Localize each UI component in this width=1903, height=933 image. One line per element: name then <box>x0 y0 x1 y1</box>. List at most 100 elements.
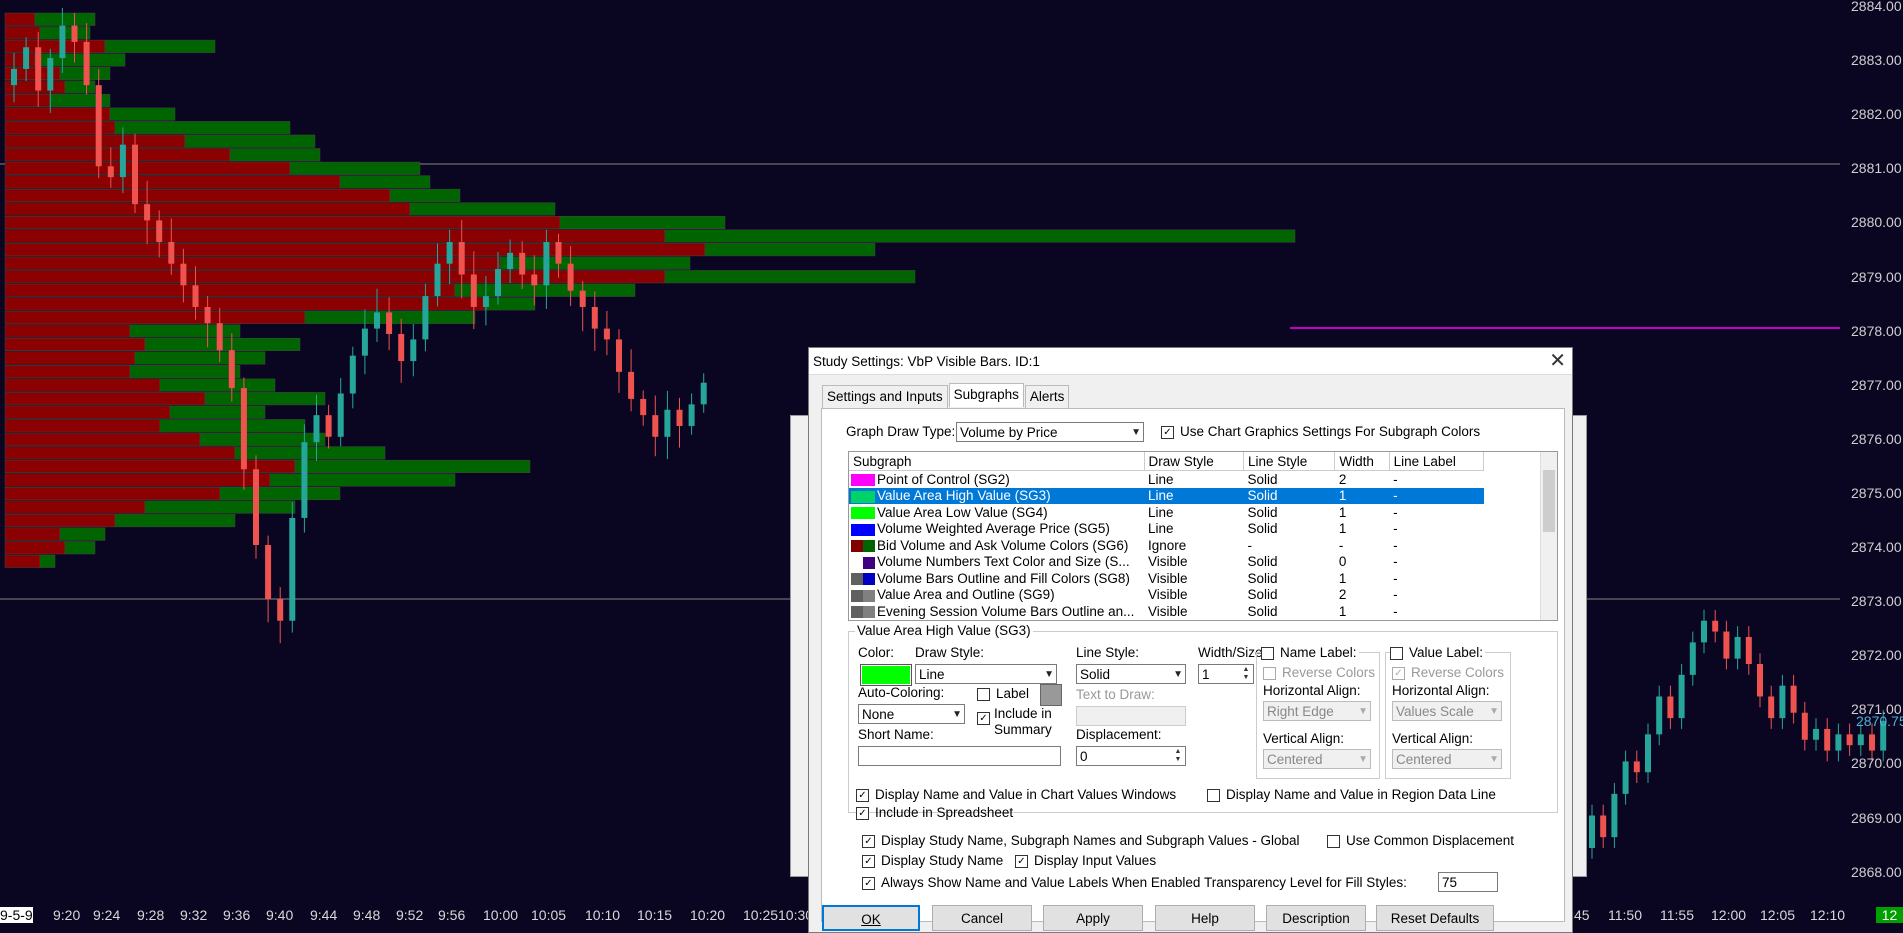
table-row[interactable]: Value Area High Value (SG3) Line Solid 1- <box>849 487 1484 504</box>
transparency-input[interactable]: 75 <box>1438 872 1498 892</box>
subgraph-name-cell: Volume Bars Outline and Fill Colors (SG8… <box>849 570 1144 587</box>
subgraph-name-cell: Point of Control (SG2) <box>849 471 1144 488</box>
ask-volume-bar <box>59 527 106 541</box>
column-header[interactable]: Draw Style <box>1144 452 1245 471</box>
table-cell: - <box>1247 537 1253 553</box>
column-header[interactable]: Line Style <box>1243 452 1336 471</box>
ask-volume-bar <box>389 188 461 202</box>
name-reverse-colors-checkbox[interactable]: Reverse Colors <box>1263 665 1375 680</box>
display-in-chart-values-checkbox[interactable]: ✓ Display Name and Value in Chart Values … <box>856 787 1176 802</box>
candle-body <box>1656 696 1663 735</box>
price-tick-label: 2878.00 <box>1851 322 1902 339</box>
price-tick-label: 2870.00 <box>1851 755 1902 772</box>
table-row[interactable]: Volume Bars Outline and Fill Colors (SG8… <box>849 570 1484 587</box>
display-study-name-checkbox[interactable]: ✓ Display Study Name <box>862 853 1003 868</box>
graph-draw-type-select[interactable]: Volume by Price ▼ <box>956 422 1144 442</box>
use-chart-graphics-checkbox[interactable]: ✓ Use Chart Graphics Settings For Subgrap… <box>1161 424 1480 439</box>
display-global-checkbox[interactable]: ✓ Display Study Name, Subgraph Names and … <box>862 833 1299 848</box>
candle-body <box>35 47 42 91</box>
value-label-checkbox[interactable]: Value Label: <box>1390 645 1486 660</box>
candle-body <box>470 274 477 307</box>
subgraph-name: Volume Numbers Text Color and Size (S... <box>877 554 1130 570</box>
candle-body <box>349 355 356 394</box>
name-horizontal-align-select[interactable]: Right Edge ▼ <box>1263 701 1371 721</box>
candle-body <box>1678 674 1685 719</box>
value-horizontal-align-select[interactable]: Values Scale ▼ <box>1392 701 1502 721</box>
cancel-button[interactable]: Cancel <box>932 905 1032 931</box>
bid-volume-bar <box>4 175 341 189</box>
table-cell: Line <box>1148 504 1174 520</box>
bid-volume-bar <box>4 188 391 202</box>
candle-body <box>337 393 344 437</box>
display-in-region-data-line-checkbox[interactable]: Display Name and Value in Region Data Li… <box>1207 787 1496 802</box>
label-checkbox[interactable]: Label <box>977 686 1029 701</box>
description-button[interactable]: Description <box>1266 905 1366 931</box>
reverse-colors-label: Reverse Colors <box>1282 665 1376 680</box>
label-color-button[interactable] <box>1040 684 1062 706</box>
candle-body <box>83 41 90 86</box>
spinner-icon[interactable]: ▲ ▼ <box>1240 666 1252 682</box>
candle-body <box>277 599 284 621</box>
reset-defaults-button[interactable]: Reset Defaults <box>1376 905 1494 931</box>
table-row[interactable]: Value Area and Outline (SG9) Visible Solid… <box>849 587 1484 604</box>
value-vertical-align-select[interactable]: Centered ▼ <box>1392 749 1502 769</box>
table-cell: Solid <box>1247 471 1278 487</box>
candle-body <box>71 25 78 42</box>
bid-volume-bar <box>4 134 186 148</box>
bid-volume-bar <box>4 527 61 541</box>
table-row[interactable]: Volume Weighted Average Price (SG5) Line S… <box>849 521 1484 538</box>
auto-coloring-select[interactable]: None ▼ <box>858 704 965 724</box>
dialog-title-bar[interactable]: Study Settings: VbP Visible Bars. ID:1 <box>809 348 1572 375</box>
column-header[interactable]: Line Label <box>1389 452 1485 471</box>
table-row[interactable]: Point of Control (SG2) Line Solid 2 - <box>849 471 1484 488</box>
ok-button[interactable]: OK <box>822 905 920 931</box>
display-input-values-checkbox[interactable]: ✓ Display Input Values <box>1015 853 1156 868</box>
apply-button[interactable]: Apply <box>1043 905 1143 931</box>
draw-style-select[interactable]: Line ▼ <box>915 664 1057 684</box>
name-vertical-align-select[interactable]: Centered ▼ <box>1263 749 1371 769</box>
table-cell: - <box>1393 504 1398 520</box>
tab-settings-and-inputs[interactable]: Settings and Inputs <box>822 385 948 409</box>
width-size-input[interactable]: 1 ▲ ▼ <box>1198 664 1254 684</box>
table-row[interactable]: Evening Session Volume Bars Outline an..… <box>849 603 1484 620</box>
include-in-spreadsheet-checkbox[interactable]: ✓ Include in Spreadsheet <box>856 805 1013 820</box>
price-tick-label: 2877.00 <box>1851 376 1902 393</box>
tab-alerts[interactable]: Alerts <box>1024 385 1070 409</box>
candle-body <box>289 517 296 621</box>
chevron-down-icon: ▼ <box>1489 754 1499 765</box>
candle-body <box>386 312 393 335</box>
table-row[interactable]: Bid Volume and Ask Volume Colors (SG6) Ig… <box>849 537 1484 554</box>
color-picker-button[interactable] <box>860 664 912 686</box>
use-common-displacement-checkbox[interactable]: Use Common Displacement <box>1327 833 1514 848</box>
help-button-label: Help <box>1191 911 1219 926</box>
table-row[interactable]: Value Area Low Value (SG4) Line Solid 1 - <box>849 504 1484 521</box>
candle-body <box>531 274 538 286</box>
line-style-select[interactable]: Solid ▼ <box>1076 664 1186 684</box>
candle-body <box>313 415 320 443</box>
short-name-input[interactable] <box>858 746 1061 766</box>
displacement-input[interactable]: 0 ▲ ▼ <box>1076 746 1186 766</box>
ask-volume-bar <box>559 216 726 230</box>
close-icon[interactable]: ✕ <box>1549 350 1566 372</box>
spinner-icon[interactable]: ▲ ▼ <box>1172 748 1184 764</box>
ask-volume-bar <box>204 392 326 406</box>
name-label-checkbox[interactable]: Name Label: <box>1261 645 1359 660</box>
value-reverse-colors-checkbox[interactable]: ✓ Reverse Colors <box>1392 665 1504 680</box>
name-horizontal-align-value: Right Edge <box>1267 704 1334 719</box>
value-vertical-align-value: Centered <box>1396 752 1452 767</box>
candle-body <box>240 388 247 470</box>
help-button[interactable]: Help <box>1155 905 1255 931</box>
time-tick-label: 9:28 <box>137 907 165 923</box>
column-header[interactable]: Subgraph <box>849 452 1145 471</box>
checkbox-icon: ✓ <box>862 834 875 848</box>
subgraph-list[interactable]: Subgraph Draw Style Line Style Width Line La… <box>848 451 1558 621</box>
text-to-draw-input[interactable] <box>1076 706 1186 726</box>
table-row[interactable]: Volume Numbers Text Color and Size (S...… <box>849 554 1484 571</box>
column-header[interactable]: Width <box>1334 452 1390 471</box>
list-scrollbar[interactable] <box>1540 452 1557 620</box>
bid-volume-bar <box>4 432 201 446</box>
scrollbar-thumb[interactable] <box>1543 470 1555 532</box>
candle-body <box>192 285 199 307</box>
always-show-labels-checkbox[interactable]: ✓ Always Show Name and Value Labels When … <box>862 875 1200 890</box>
tab-subgraphs[interactable]: Subgraphs <box>948 383 1024 407</box>
